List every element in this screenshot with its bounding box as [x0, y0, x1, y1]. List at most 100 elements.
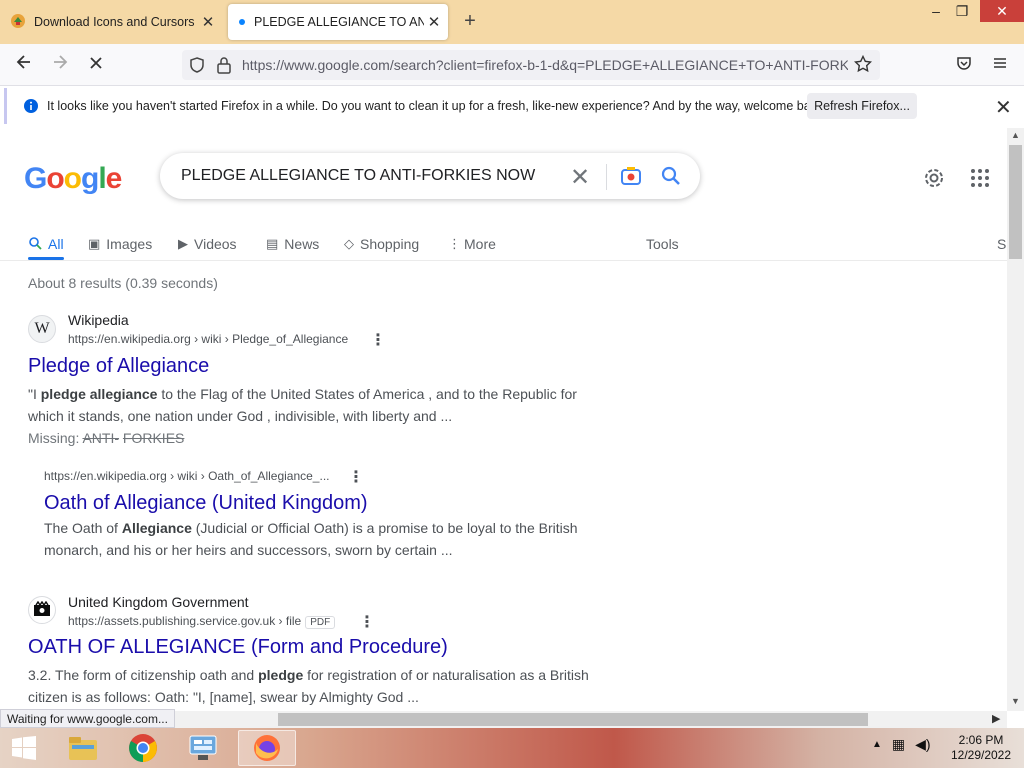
browser-status-bar: Waiting for www.google.com... [0, 709, 175, 728]
tab-label: News [284, 236, 320, 252]
address-bar[interactable]: https://www.google.com/search?client=fir… [182, 50, 880, 80]
back-arrow-icon [16, 55, 30, 69]
tab-label: PLEDGE ALLEGIANCE TO ANTI-F [254, 15, 424, 29]
google-apps-grid-icon[interactable] [970, 168, 990, 193]
vertical-scroll-thumb[interactable] [1009, 145, 1022, 259]
clear-search-icon[interactable]: ✕ [570, 163, 590, 192]
image-icon: ▣ [88, 236, 101, 251]
result-options-icon[interactable]: ⋮ [370, 330, 386, 350]
settings-gear-icon[interactable] [922, 166, 946, 195]
tab-label: All [48, 236, 64, 252]
loading-dot-icon [238, 15, 246, 29]
result-url[interactable]: https://en.wikipedia.org › wiki › Pledge… [68, 332, 348, 346]
close-tab-icon[interactable]: ✕ [424, 13, 444, 31]
tab-label: Shopping [360, 236, 420, 252]
taskbar-clock[interactable]: 2:06 PM 12/29/2022 [946, 733, 1016, 763]
forward-arrow-icon [54, 55, 68, 69]
lock-icon[interactable] [216, 56, 232, 79]
bookmark-star-icon[interactable] [853, 54, 873, 78]
search-icon[interactable] [660, 165, 682, 192]
google-results-page: Google PLEDGE ALLEGIANCE TO ANTI-FORKIES… [0, 128, 1007, 711]
result-site-name[interactable]: Wikipedia [68, 312, 129, 328]
tab-all[interactable]: All [28, 229, 64, 259]
scroll-right-arrow-icon[interactable]: ▶ [992, 712, 1000, 725]
info-icon [23, 98, 39, 117]
notification-message: It looks like you haven't started Firefo… [47, 99, 827, 113]
stop-loading-button[interactable] [82, 51, 110, 79]
tab-news[interactable]: ▤ News [266, 229, 319, 259]
play-video-icon: ▶ [178, 236, 188, 251]
tab-images[interactable]: ▣ Images [88, 229, 152, 259]
tab-label: Videos [194, 236, 237, 252]
browser-tab-google-search[interactable]: PLEDGE ALLEGIANCE TO ANTI-F ✕ [228, 4, 448, 40]
vertical-scrollbar[interactable]: ▲ ▼ [1007, 128, 1024, 711]
firefox-icon [254, 735, 280, 761]
result-snippet: The Oath of Allegiance (Judicial or Offi… [44, 520, 578, 558]
taskbar-control-panel[interactable] [174, 730, 232, 766]
tab-videos[interactable]: ▶ Videos [178, 229, 237, 259]
pocket-icon [957, 57, 971, 70]
close-icon [90, 57, 102, 69]
restore-window-button[interactable]: ❐ [946, 0, 978, 22]
pocket-button[interactable] [950, 51, 978, 79]
camera-lens-icon[interactable] [620, 165, 642, 192]
url-text: https://www.google.com/search?client=fir… [242, 57, 848, 73]
result-snippet: "I pledge allegiance to the Flag of the … [28, 386, 577, 424]
volume-speaker-icon[interactable]: ◀) [915, 736, 930, 753]
show-hidden-icons-icon[interactable]: ▲ [872, 739, 882, 753]
result-title-link[interactable]: Pledge of Allegiance [28, 355, 209, 378]
tab-more[interactable]: ⋮ More [448, 229, 496, 259]
hamburger-menu-icon [994, 58, 1006, 68]
result-site-name[interactable]: United Kingdom Government [68, 594, 249, 610]
windows-taskbar: ▲ ▦ ◀) 2:06 PM 12/29/2022 [0, 728, 1024, 768]
windows-logo-icon [12, 736, 36, 760]
back-button[interactable] [10, 51, 38, 79]
clock-time: 2:06 PM [958, 733, 1004, 747]
scroll-up-arrow-icon[interactable]: ▲ [1011, 130, 1020, 140]
app-menu-button[interactable] [986, 51, 1014, 79]
tracking-shield-icon[interactable] [188, 56, 206, 79]
search-divider [606, 164, 607, 190]
result-stats: About 8 results (0.39 seconds) [28, 275, 218, 291]
close-window-button[interactable]: ✕ [980, 0, 1024, 22]
close-notification-icon[interactable]: ✕ [995, 95, 1012, 120]
close-tab-icon[interactable]: ✕ [198, 13, 218, 31]
tab-label: More [464, 236, 496, 252]
new-tab-button[interactable]: + [458, 10, 482, 34]
control-panel-icon [189, 735, 217, 760]
wikipedia-favicon-icon[interactable]: W [28, 315, 56, 343]
browser-nav-bar: https://www.google.com/search?client=fir… [0, 44, 1024, 86]
uk-government-crest-icon[interactable] [28, 596, 56, 624]
start-button[interactable] [0, 730, 48, 766]
tab-shopping[interactable]: ◇ Shopping [344, 229, 419, 259]
taskbar-chrome[interactable] [114, 730, 172, 766]
chrome-icon [129, 734, 157, 762]
tab-label: Download Icons and Cursors [34, 15, 195, 29]
search-box[interactable]: PLEDGE ALLEGIANCE TO ANTI-FORKIES NOW ✕ [160, 153, 700, 199]
taskbar-file-explorer[interactable] [54, 730, 112, 766]
system-tray: ▲ ▦ ◀) [872, 736, 931, 753]
result-title-link[interactable]: OATH OF ALLEGIANCE (Form and Procedure) [28, 636, 448, 659]
scroll-down-arrow-icon[interactable]: ▼ [1011, 696, 1020, 706]
result-url[interactable]: https://assets.publishing.service.gov.uk… [68, 614, 336, 629]
result-url[interactable]: https://en.wikipedia.org › wiki › Oath_o… [44, 469, 329, 483]
result-title-link[interactable]: Oath of Allegiance (United Kingdom) [44, 492, 368, 515]
pdf-badge: PDF [305, 616, 336, 629]
horizontal-scroll-thumb[interactable] [278, 713, 868, 726]
search-icon [28, 236, 42, 253]
tabs-divider [0, 260, 1007, 261]
network-icon[interactable]: ▦ [892, 736, 905, 753]
search-input[interactable]: PLEDGE ALLEGIANCE TO ANTI-FORKIES NOW [181, 167, 535, 185]
browser-tab-download-icons[interactable]: Download Icons and Cursors ✕ [4, 4, 222, 40]
forward-button[interactable] [46, 51, 74, 79]
result-options-icon[interactable]: ⋮ [359, 612, 375, 632]
google-doodle-logo[interactable]: Google [24, 162, 122, 196]
result-options-icon[interactable]: ⋮ [348, 467, 364, 487]
price-tag-icon: ◇ [344, 236, 354, 251]
tools-button[interactable]: Tools [646, 229, 679, 259]
tab-label: Images [106, 236, 153, 252]
taskbar-firefox[interactable] [238, 730, 296, 766]
safesearch-partial-label[interactable]: S [997, 229, 1006, 259]
refresh-firefox-button[interactable]: Refresh Firefox... [807, 93, 917, 119]
clock-date: 12/29/2022 [950, 748, 1012, 762]
